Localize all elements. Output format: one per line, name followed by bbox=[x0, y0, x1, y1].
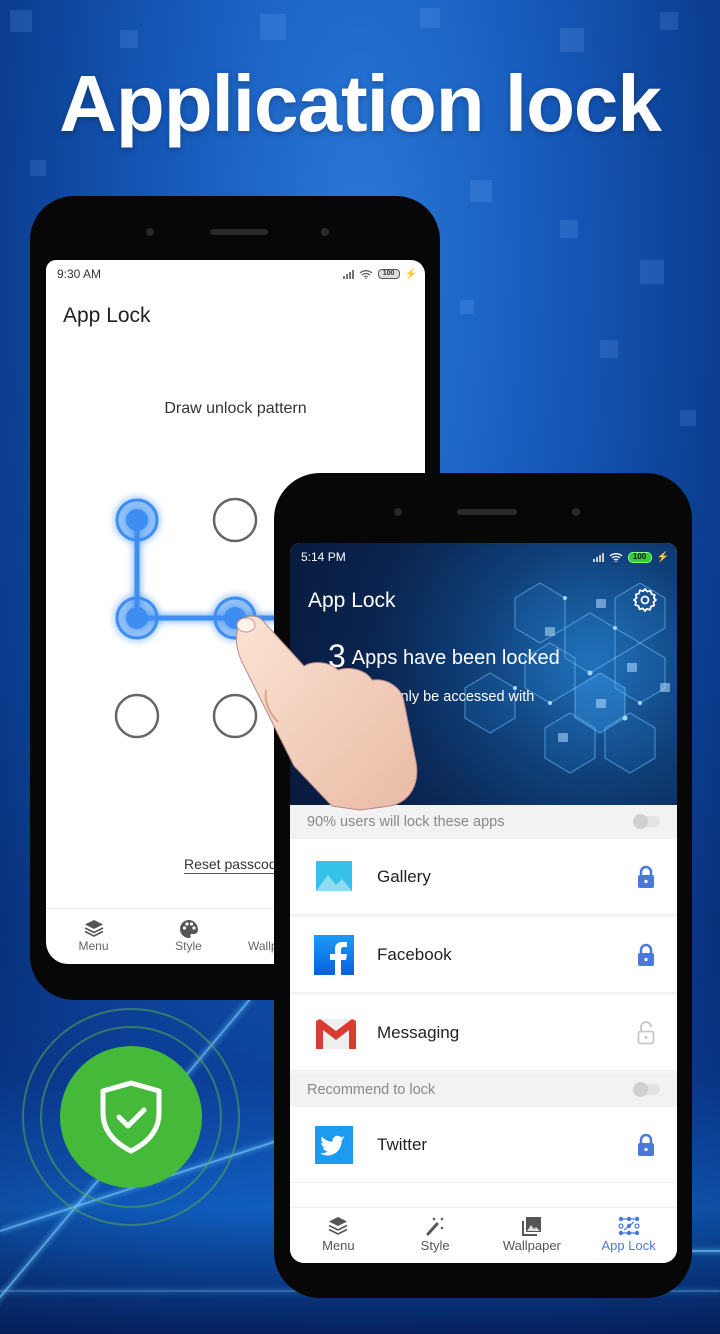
layers-icon bbox=[328, 1216, 348, 1238]
sensor-dot bbox=[321, 228, 329, 236]
app-row-twitter[interactable]: Twitter bbox=[290, 1107, 677, 1183]
app-row-gallery[interactable]: Gallery bbox=[290, 839, 677, 915]
wifi-icon bbox=[609, 553, 622, 562]
locked-count-text: 3 Apps have been locked bbox=[328, 638, 560, 675]
security-badge bbox=[60, 1046, 202, 1188]
status-bar: 5:14 PM 100 ⚡ bbox=[301, 550, 669, 564]
bottom-nav: Menu Style Wallpaper App Lock bbox=[290, 1207, 677, 1263]
page-title: App Lock bbox=[308, 589, 396, 612]
facebook-icon bbox=[314, 934, 354, 975]
settings-gear-icon[interactable] bbox=[632, 587, 658, 613]
wallpaper-icon bbox=[248, 919, 253, 939]
nav-label: Menu bbox=[322, 1238, 355, 1253]
camera-dot bbox=[146, 228, 154, 236]
shield-check-icon bbox=[100, 1080, 162, 1154]
app-name: Messaging bbox=[377, 1022, 460, 1042]
nav-menu[interactable]: Menu bbox=[46, 909, 141, 964]
section-header-popular: 90% users will lock these apps bbox=[290, 805, 677, 839]
app-row-messaging[interactable]: Messaging bbox=[290, 995, 677, 1071]
section-label: Recommend to lock bbox=[307, 1082, 436, 1098]
lock-closed-icon[interactable] bbox=[637, 1133, 655, 1157]
nav-label: Wallpaper bbox=[502, 1238, 561, 1253]
nav-style[interactable]: Style bbox=[141, 909, 236, 964]
camera-dot bbox=[394, 508, 402, 516]
lock-all-toggle[interactable] bbox=[633, 814, 660, 829]
section-header-recommend: Recommend to lock bbox=[290, 1073, 677, 1107]
gmail-icon bbox=[316, 1018, 356, 1049]
reset-passcode-link[interactable]: Reset passcode bbox=[184, 856, 285, 874]
app-row-facebook[interactable]: Facebook bbox=[290, 917, 677, 993]
app-name: Facebook bbox=[377, 944, 452, 964]
pattern-node-7 bbox=[114, 693, 160, 739]
nav-label: Style bbox=[175, 939, 202, 953]
speaker bbox=[210, 229, 268, 235]
phone-right: 5:14 PM 100 ⚡ App Lock 3 Apps have been l… bbox=[274, 473, 692, 1298]
sensor-dot bbox=[572, 508, 580, 516]
screen-app-lock: 5:14 PM 100 ⚡ App Lock 3 Apps have been l… bbox=[290, 543, 677, 1263]
gallery-icon bbox=[316, 860, 352, 891]
section-label: 90% users will lock these apps bbox=[307, 814, 505, 830]
locked-label: Apps have been locked bbox=[351, 647, 560, 669]
magic-wand-icon bbox=[425, 1216, 445, 1238]
headline: Application lock bbox=[59, 59, 662, 148]
pattern-node-8 bbox=[212, 693, 258, 739]
palette-icon bbox=[179, 919, 199, 939]
status-time: 5:14 PM bbox=[301, 550, 346, 564]
app-name: Twitter bbox=[377, 1134, 428, 1154]
nav-menu[interactable]: Menu bbox=[290, 1208, 387, 1263]
nav-wallpaper[interactable]: Wallpaper bbox=[484, 1208, 581, 1263]
signal-icon bbox=[592, 552, 604, 562]
locked-count: 3 bbox=[328, 638, 346, 674]
header-banner: 5:14 PM 100 ⚡ App Lock 3 Apps have been l… bbox=[290, 543, 677, 805]
app-name: Gallery bbox=[377, 866, 431, 886]
twitter-icon bbox=[315, 1125, 353, 1164]
nav-label: App Lock bbox=[601, 1238, 656, 1253]
lock-closed-icon[interactable] bbox=[637, 865, 655, 889]
lock-open-icon[interactable] bbox=[637, 1020, 655, 1045]
header-subtitle: Apps can only be accessed with password bbox=[328, 689, 535, 723]
charging-icon: ⚡ bbox=[656, 551, 669, 563]
pattern-lock-icon bbox=[618, 1216, 640, 1238]
speaker bbox=[457, 509, 517, 515]
layers-icon bbox=[84, 919, 104, 939]
nav-label: Style bbox=[420, 1238, 450, 1253]
pattern-node-2 bbox=[212, 497, 258, 543]
nav-style[interactable]: Style bbox=[387, 1208, 484, 1263]
lock-closed-icon[interactable] bbox=[637, 943, 655, 967]
nav-label: Menu bbox=[78, 939, 109, 953]
nav-app-lock[interactable]: App Lock bbox=[580, 1208, 677, 1263]
wallpaper-icon bbox=[521, 1216, 542, 1238]
battery-icon: 100 bbox=[627, 551, 652, 563]
recommend-toggle[interactable] bbox=[633, 1082, 660, 1097]
